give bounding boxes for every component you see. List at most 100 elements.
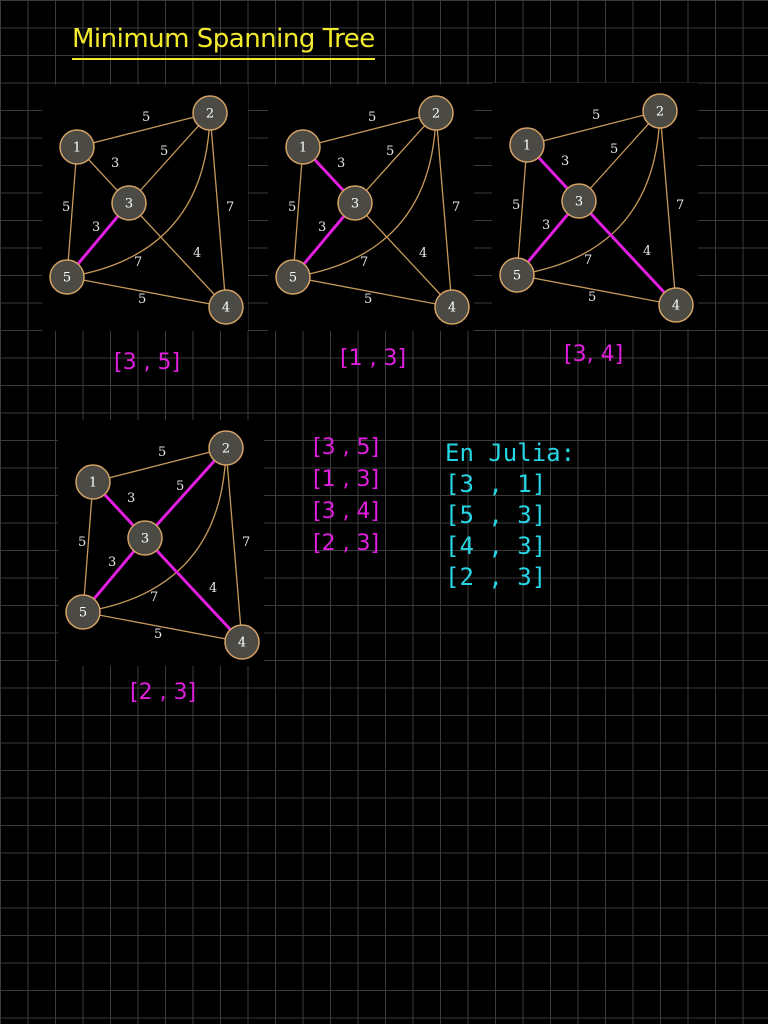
edge-weight-label: 4 (209, 581, 217, 596)
node-5: 5 (275, 259, 311, 295)
edge-weight-label: 7 (584, 253, 592, 268)
edge-weight-label: 5 (138, 292, 146, 307)
mst-edge-list: [3 , 5] [1 , 3] [3 , 4] [2 , 3] (313, 432, 379, 560)
node-label: 1 (73, 141, 81, 156)
edge-weight-label: 5 (158, 445, 166, 460)
node-2: 2 (208, 430, 244, 466)
node-3: 3 (127, 520, 163, 556)
edge-weight-label: 5 (142, 110, 150, 125)
node-label: 2 (656, 105, 664, 120)
node-1: 1 (59, 129, 95, 165)
edge-weight-label: 3 (108, 555, 116, 570)
step-1-caption: [3 , 5] (114, 350, 181, 375)
edge-weight-label: 5 (592, 108, 600, 123)
node-4: 4 (658, 287, 694, 323)
graph-diagram: 5 3 5 5 7 7 4 3 5 1 2 3 4 5 (65, 430, 260, 660)
edge-weight-label: 7 (676, 198, 684, 213)
node-label: 5 (79, 606, 87, 621)
julia-line: [4 , 3] (445, 532, 547, 560)
step-2-caption: [1 , 3] (340, 346, 407, 371)
edge-2-4 (225, 447, 243, 643)
graph-diagram: 5 3 5 5 7 7 4 3 5 1 2 3 4 5 (275, 95, 470, 325)
node-5: 5 (499, 257, 535, 293)
node-label: 1 (89, 476, 97, 491)
edge-weight-label: 5 (78, 535, 86, 550)
edge-2-4 (659, 110, 677, 306)
graph-panel-step-2: 5 3 5 5 7 7 4 3 5 1 2 3 4 5 (268, 85, 474, 331)
edge-weight-label: 5 (386, 144, 394, 159)
graph-panel-step-4: 5 3 5 5 7 7 4 3 5 1 2 3 4 5 (58, 420, 264, 666)
node-label: 4 (238, 636, 246, 651)
edge-weight-label: 7 (452, 200, 460, 215)
edge-weight-label: 5 (62, 200, 70, 215)
edge-2-4 (435, 112, 453, 308)
node-2: 2 (192, 95, 228, 131)
edge-weight-label: 7 (150, 590, 158, 605)
edge-weight-label: 5 (176, 479, 184, 494)
julia-line: [3 , 1] (445, 470, 547, 498)
node-label: 3 (575, 195, 583, 210)
node-label: 3 (141, 532, 149, 547)
node-5: 5 (65, 594, 101, 630)
graph-diagram: 5 3 5 5 7 7 4 3 5 1 2 3 4 5 (49, 95, 244, 325)
node-4: 4 (224, 624, 260, 660)
edge-weight-label: 5 (368, 110, 376, 125)
edge-weight-label: 5 (588, 290, 596, 305)
node-label: 5 (289, 271, 297, 286)
node-4: 4 (434, 289, 470, 325)
graph-diagram: 5 3 5 5 7 7 4 3 5 1 2 3 4 5 (499, 93, 694, 323)
node-3: 3 (111, 185, 147, 221)
edge-weight-label: 5 (154, 627, 162, 642)
edge-weight-label: 7 (360, 255, 368, 270)
node-4: 4 (208, 289, 244, 325)
julia-line: [2 , 3] (445, 563, 547, 591)
node-1: 1 (509, 127, 545, 163)
edge-weight-label: 3 (111, 156, 119, 171)
node-2: 2 (418, 95, 454, 131)
edge-2-4 (209, 112, 227, 308)
edge-weight-label: 4 (193, 246, 201, 261)
edge-2-3 (128, 112, 211, 204)
graph-panel-step-1: 5 3 5 5 7 7 4 3 5 1 2 3 4 5 (42, 85, 248, 331)
node-1: 1 (285, 129, 321, 165)
edge-2-3-mst (143, 446, 228, 540)
graph-panel-step-3: 5 3 5 5 7 7 4 3 5 1 2 3 4 5 (492, 83, 698, 329)
edge-weight-label: 3 (318, 220, 326, 235)
edge-weight-label: 5 (512, 198, 520, 213)
node-1: 1 (75, 464, 111, 500)
edge-weight-label: 7 (226, 200, 234, 215)
edge-weight-label: 5 (610, 142, 618, 157)
node-2: 2 (642, 93, 678, 129)
node-label: 5 (63, 271, 71, 286)
node-label: 4 (448, 301, 456, 316)
node-label: 1 (299, 141, 307, 156)
edge-list-item: [3 , 5] (313, 435, 380, 460)
edge-weight-label: 5 (288, 200, 296, 215)
edge-list-item: [2 , 3] (313, 531, 380, 556)
node-label: 2 (222, 442, 230, 457)
node-label: 3 (125, 197, 133, 212)
node-label: 1 (523, 139, 531, 154)
node-label: 3 (351, 197, 359, 212)
step-4-caption: [2 , 3] (130, 680, 197, 705)
node-label: 5 (513, 269, 521, 284)
edge-weight-label: 7 (134, 255, 142, 270)
node-label: 4 (672, 299, 680, 314)
edge-list-item: [3 , 4] (313, 499, 380, 524)
julia-output: En Julia: [3 , 1] [5 , 3] [4 , 3] [2 , 3… (445, 438, 575, 593)
page-title: Minimum Spanning Tree (72, 22, 375, 60)
edge-list-item: [1 , 3] (313, 467, 380, 492)
edge-weight-label: 3 (337, 156, 345, 171)
edge-weight-label: 3 (542, 218, 550, 233)
edge-weight-label: 3 (561, 154, 569, 169)
node-3: 3 (561, 183, 597, 219)
node-label: 4 (222, 301, 230, 316)
edge-weight-label: 3 (92, 220, 100, 235)
edge-weight-label: 7 (242, 535, 250, 550)
edge-weight-label: 4 (419, 246, 427, 261)
node-label: 2 (432, 107, 440, 122)
node-label: 2 (206, 107, 214, 122)
edge-2-3 (354, 112, 437, 204)
edge-2-3 (578, 110, 661, 202)
node-3: 3 (337, 185, 373, 221)
